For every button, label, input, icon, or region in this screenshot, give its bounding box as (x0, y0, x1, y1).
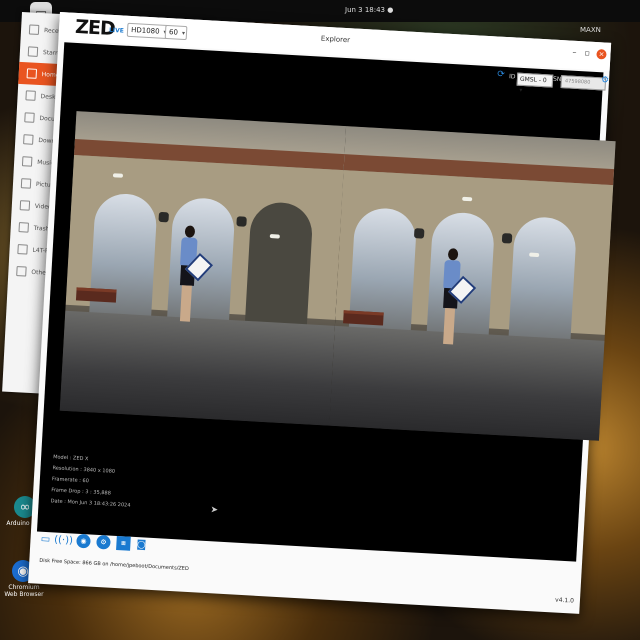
live-badge: LIVE (108, 26, 125, 35)
mouse-cursor-icon: ➤ (210, 505, 219, 516)
resolution-select[interactable]: HD1080▾ (126, 22, 170, 40)
star-icon (27, 46, 39, 57)
left-camera-image (59, 111, 347, 426)
camera-id-select[interactable]: GMSL - 0 ▾ (516, 72, 554, 94)
chevron-down-icon: ▾ (181, 29, 186, 38)
status-bar: Disk Free Space: 866 GB on /home/jpeboot… (39, 557, 189, 573)
folder-icon (25, 90, 36, 101)
clock-icon (28, 24, 40, 35)
zed-explorer-window: ZED LIVE HD1080▾ 60▾ Explorer – ▫ × ⟳ ID… (28, 12, 616, 614)
minimize-button[interactable]: – (572, 48, 576, 57)
window-title: Explorer (320, 34, 351, 45)
user-menu[interactable]: MAXN (580, 26, 601, 34)
bottom-toolbar: ▭ ((·)) ◉ ⚙ ▦ ◙ (38, 532, 147, 554)
maximize-button[interactable]: ▫ (584, 48, 590, 57)
display-mode-icon[interactable]: ▦ (116, 535, 131, 551)
fps-select[interactable]: 60 ▾ (164, 24, 188, 41)
music-icon (21, 156, 33, 167)
right-camera-image (329, 126, 616, 441)
camera-id-label: ID (508, 73, 516, 81)
refresh-icon[interactable]: ⟳ (497, 70, 505, 84)
stereo-video-frame (59, 111, 616, 441)
chromium-desktop-label: Chromium Web Browser (4, 584, 44, 599)
plus-icon (16, 266, 27, 277)
trash-icon (18, 222, 29, 233)
system-clock[interactable]: Jun 3 18:43 ● (345, 6, 393, 14)
folder-icon[interactable]: ▭ (38, 532, 53, 547)
stream-icon[interactable]: ((·)) (54, 533, 73, 548)
camera-sn-field[interactable]: 47598080 (560, 75, 607, 91)
close-button[interactable]: × (596, 49, 607, 60)
home-icon (26, 68, 38, 79)
camera-snapshot-icon[interactable]: ◙ (134, 537, 149, 552)
download-icon (23, 134, 34, 145)
video-icon (19, 200, 31, 211)
drive-icon (17, 244, 28, 255)
settings-gear-icon[interactable]: ⚙ (601, 75, 610, 89)
document-icon (24, 112, 35, 123)
version-label: v4.1.0 (554, 596, 575, 605)
record-icon[interactable]: ◉ (76, 533, 91, 549)
camera-info-overlay: Model : ZED X Resolution : 3840 x 1080 F… (50, 452, 133, 511)
picture-icon (20, 178, 32, 189)
settings-icon[interactable]: ⚙ (96, 534, 111, 550)
